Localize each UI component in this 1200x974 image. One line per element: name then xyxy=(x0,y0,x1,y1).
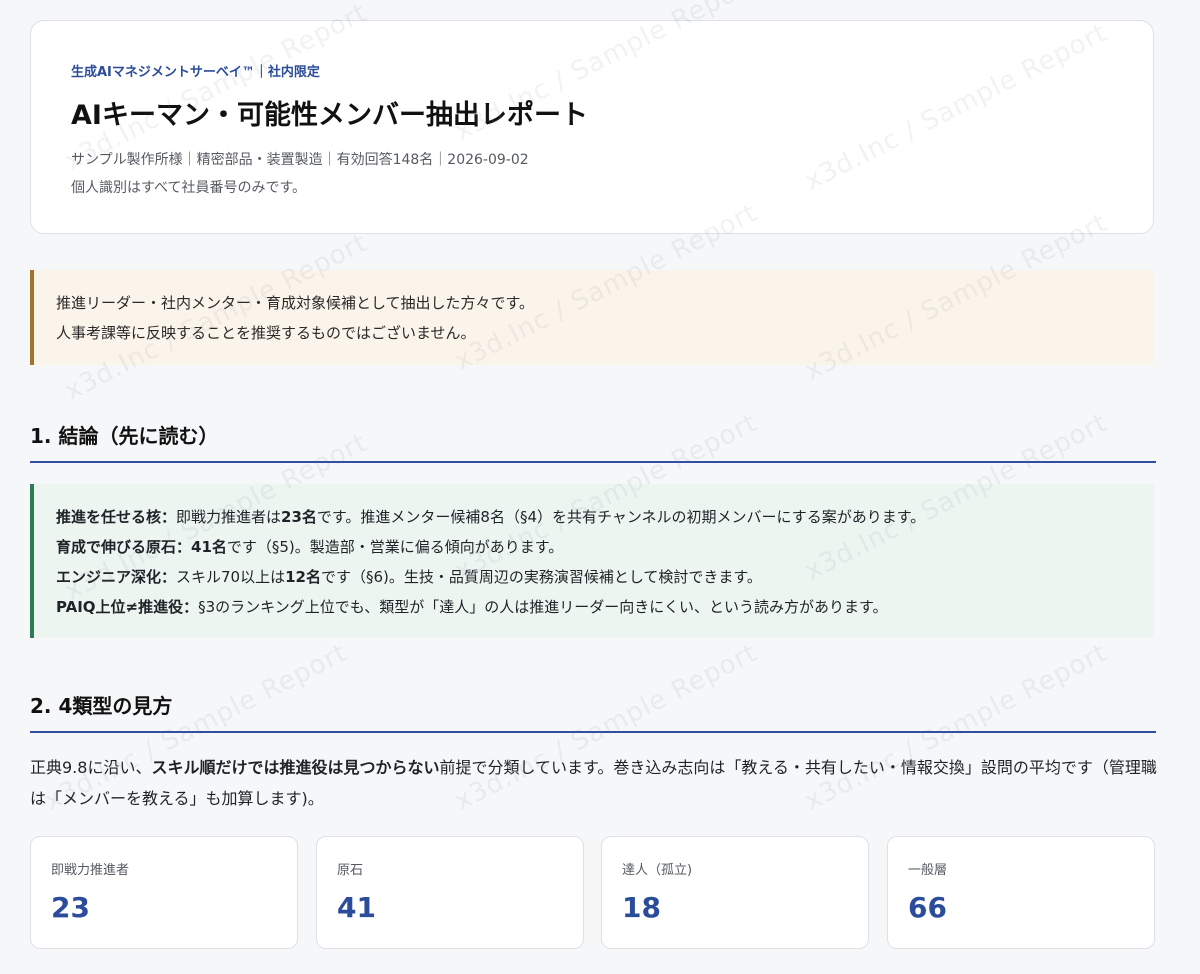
notice-line: 人事考課等に反映することを推奨するものではございません。 xyxy=(56,324,476,342)
conclusion-figure: 41名 xyxy=(191,538,227,556)
para-text: 正典9.8に沿い、 xyxy=(30,758,152,777)
conclusion-text: です（§5)。製造部・営業に偏る傾向があります。 xyxy=(226,538,564,556)
stat-card-experts-isolated: 達人（孤立) 18 xyxy=(601,836,869,949)
conclusion-label: エンジニア深化： xyxy=(56,568,177,586)
stat-card-ready-promoters: 即戦力推進者 23 xyxy=(30,836,298,949)
stat-label: 原石 xyxy=(337,863,364,878)
conclusion-text: スキル70以上は xyxy=(176,568,286,586)
conclusion-item: PAIQ上位≠推進役：§3のランキング上位でも、類型が「達人」の人は推進リーダー… xyxy=(56,596,888,617)
page-title: AIキーマン・可能性メンバー抽出レポート xyxy=(71,100,588,131)
stat-value: 23 xyxy=(51,891,90,924)
privacy-note: 個人識別はすべて社員番号のみです。 xyxy=(71,180,307,196)
conclusion-item: 推進を任せる核：即戦力推進者は23名です。推進メンター候補8名（§4）を共有チャ… xyxy=(56,506,925,527)
conclusion-label: 推進を任せる核： xyxy=(56,508,177,526)
conclusion-label: 育成で伸びる原石： xyxy=(56,538,192,556)
conclusion-text: です（§6)。生技・品質周辺の実務演習候補として検討できます。 xyxy=(320,568,762,586)
section-heading-types: 2. 4類型の見方 xyxy=(30,690,1156,733)
survey-label: 生成AIマネジメントサーベイ™｜社内限定 xyxy=(71,65,320,80)
types-explanation: 正典9.8に沿い、スキル順だけでは推進役は見つからない前提で分類しています。巻き… xyxy=(30,752,1160,814)
notice-line: 推進リーダー・社内メンター・育成対象候補として抽出した方々です。 xyxy=(56,294,535,312)
stat-card-general: 一般層 66 xyxy=(887,836,1155,949)
stat-value: 66 xyxy=(908,891,947,924)
conclusion-text: §3のランキング上位でも、類型が「達人」の人は推進リーダー向きにくい、という読み… xyxy=(198,598,888,616)
stat-label: 一般層 xyxy=(908,863,948,878)
stat-value: 41 xyxy=(337,891,376,924)
stat-value: 18 xyxy=(622,891,661,924)
report-header-card: 生成AIマネジメントサーベイ™｜社内限定 AIキーマン・可能性メンバー抽出レポー… xyxy=(30,20,1154,234)
para-emphasis: スキル順だけでは推進役は見つからない xyxy=(151,758,440,777)
conclusion-box: 推進を任せる核：即戦力推進者は23名です。推進メンター候補8名（§4）を共有チャ… xyxy=(30,484,1154,638)
conclusion-text: 即戦力推進者は xyxy=(176,508,282,526)
disclaimer-notice: 推進リーダー・社内メンター・育成対象候補として抽出した方々です。 人事考課等に反… xyxy=(30,270,1154,365)
stat-label: 即戦力推進者 xyxy=(51,863,130,878)
report-meta: サンプル製作所様｜精密部品・装置製造｜有効回答148名｜2026-09-02 xyxy=(71,152,529,168)
conclusion-figure: 23名 xyxy=(281,508,317,526)
stat-card-rough-gems: 原石 41 xyxy=(316,836,584,949)
conclusion-text: です。推進メンター候補8名（§4）を共有チャンネルの初期メンバーにする案がありま… xyxy=(316,508,926,526)
conclusion-figure: 12名 xyxy=(285,568,321,586)
conclusion-label: PAIQ上位≠推進役： xyxy=(56,598,199,616)
section-heading-conclusion: 1. 結論（先に読む） xyxy=(30,420,1156,463)
conclusion-item: エンジニア深化：スキル70以上は12名です（§6)。生技・品質周辺の実務演習候補… xyxy=(56,566,762,587)
conclusion-item: 育成で伸びる原石：41名です（§5)。製造部・営業に偏る傾向があります。 xyxy=(56,536,563,557)
stat-label: 達人（孤立) xyxy=(622,863,693,878)
